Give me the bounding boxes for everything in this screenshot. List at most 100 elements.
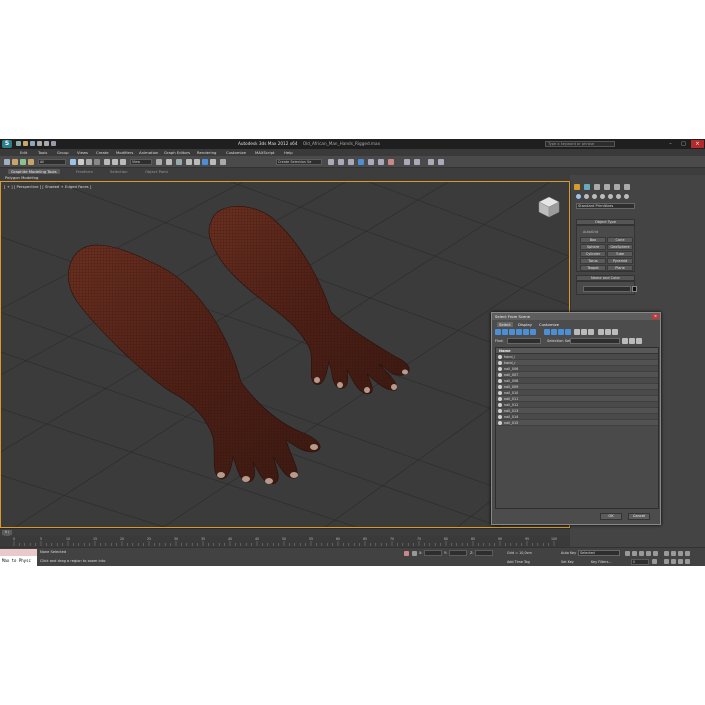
motion-tab-icon[interactable]	[604, 184, 610, 190]
tab-freeform[interactable]: Freeform	[76, 169, 93, 174]
display-groups-icon[interactable]	[544, 329, 550, 335]
orbit-icon[interactable]	[678, 559, 683, 564]
display-shapes-icon[interactable]	[502, 329, 508, 335]
render-production-icon[interactable]	[428, 159, 434, 165]
keyboard-shortcut-icon[interactable]	[176, 159, 182, 165]
go-to-start-icon[interactable]	[625, 551, 630, 556]
find-input[interactable]	[507, 338, 541, 344]
time-slider-thumb[interactable]: 0 / 100	[2, 530, 12, 539]
z-coordinate-input[interactable]	[475, 550, 493, 556]
delete-selection-set-icon[interactable]	[636, 338, 642, 344]
pan-view-icon[interactable]	[671, 559, 676, 564]
undo-toolbar-icon[interactable]	[4, 159, 10, 165]
pivot-center-icon[interactable]	[156, 159, 162, 165]
list-item[interactable]: nail_015	[496, 420, 658, 426]
curve-editor-icon[interactable]	[368, 159, 374, 165]
region-select-icon[interactable]	[86, 159, 92, 165]
move-icon[interactable]	[104, 159, 110, 165]
time-configuration-icon[interactable]	[652, 559, 657, 564]
maximize-viewport-icon[interactable]	[685, 559, 690, 564]
snaps-toggle-icon[interactable]	[186, 159, 192, 165]
tab-graphite-modeling-tools[interactable]: Graphite Modeling Tools	[8, 169, 60, 174]
mirror-icon[interactable]	[328, 159, 334, 165]
create-tab-icon[interactable]	[574, 184, 580, 190]
menu-graph-editors[interactable]: Graph Editors	[164, 150, 190, 155]
tab-selection[interactable]: Selection	[110, 169, 128, 174]
tube-button[interactable]: Tube	[607, 251, 633, 257]
viewport-label[interactable]: [ + ] [ Perspective ] [ Shaded + Edged F…	[4, 184, 91, 189]
undo-icon[interactable]	[37, 141, 42, 146]
perspective-viewport[interactable]: [ + ] [ Perspective ] [ Shaded + Edged F…	[0, 181, 570, 528]
hold-icon[interactable]	[51, 141, 56, 146]
display-geometry-icon[interactable]	[495, 329, 501, 335]
layer-manager-icon[interactable]	[348, 159, 354, 165]
current-frame-input[interactable]: 0	[631, 559, 649, 565]
x-coordinate-input[interactable]	[424, 550, 442, 556]
rendered-frame-window-icon[interactable]	[414, 159, 420, 165]
select-none-icon[interactable]	[581, 329, 587, 335]
display-spacewarps-icon[interactable]	[530, 329, 536, 335]
render-setup-icon[interactable]	[404, 159, 410, 165]
ok-button[interactable]: OK	[600, 513, 622, 520]
cylinder-button[interactable]: Cylinder	[580, 251, 606, 257]
named-selection-sets-dropdown[interactable]: Create Selection Se	[276, 159, 322, 165]
select-invert-icon[interactable]	[588, 329, 594, 335]
geosphere-button[interactable]: GeoSphere	[607, 244, 633, 250]
torus-button[interactable]: Torus	[580, 258, 606, 264]
create-selection-set-icon[interactable]	[622, 338, 628, 344]
menu-edit[interactable]: Edit	[20, 150, 27, 155]
viewcube-icon[interactable]	[536, 194, 562, 220]
minimize-button[interactable]: –	[664, 140, 677, 148]
zoom-all-icon[interactable]	[671, 551, 676, 556]
reference-coord-dropdown[interactable]: View	[130, 159, 152, 165]
maxscript-listener[interactable]: Max to Physc	[0, 549, 37, 566]
search-input[interactable]: Type a keyword or phrase	[545, 141, 615, 147]
zoom-icon[interactable]	[664, 551, 669, 556]
key-mode-dropdown[interactable]: Selected	[578, 550, 620, 556]
selection-filter-dropdown[interactable]: All	[38, 159, 66, 165]
sphere-button[interactable]: Sphere	[580, 244, 606, 250]
menu-views[interactable]: Views	[77, 150, 88, 155]
systems-icon[interactable]	[624, 194, 629, 199]
modify-tab-icon[interactable]	[584, 184, 590, 190]
display-children-icon[interactable]	[605, 329, 611, 335]
pyramid-button[interactable]: Pyramid	[607, 258, 633, 264]
window-crossing-icon[interactable]	[94, 159, 100, 165]
close-button[interactable]: ×	[691, 140, 704, 148]
teapot-button[interactable]: Teapot	[580, 265, 606, 271]
menu-rendering[interactable]: Rendering	[197, 150, 216, 155]
add-time-tag[interactable]: Add Time Tag	[507, 560, 530, 564]
box-button[interactable]: Box	[580, 237, 606, 243]
select-and-link-icon[interactable]	[12, 159, 18, 165]
dialog-close-button[interactable]: ×	[652, 314, 659, 319]
graphite-toggle-icon[interactable]	[358, 159, 364, 165]
display-xrefs-icon[interactable]	[551, 329, 557, 335]
autogrid-checkbox[interactable]: AutoGrid	[583, 230, 598, 234]
redo-icon[interactable]	[44, 141, 49, 146]
display-cameras-icon[interactable]	[516, 329, 522, 335]
lights-icon[interactable]	[592, 194, 597, 199]
menu-tools[interactable]: Tools	[38, 150, 47, 155]
utilities-tab-icon[interactable]	[624, 184, 630, 190]
key-filters-button[interactable]: Key Filters...	[591, 560, 612, 564]
play-icon[interactable]	[639, 551, 644, 556]
auto-key-button[interactable]: Auto Key	[561, 551, 576, 555]
maxscript-top-line[interactable]	[0, 549, 37, 556]
object-name-input[interactable]	[583, 286, 631, 292]
percent-snap-icon[interactable]	[202, 159, 208, 165]
space-warps-icon[interactable]	[616, 194, 621, 199]
scale-icon[interactable]	[120, 159, 126, 165]
menu-create[interactable]: Create	[96, 150, 109, 155]
bind-space-warp-icon[interactable]	[28, 159, 34, 165]
go-to-end-icon[interactable]	[653, 551, 658, 556]
selection-set-dropdown[interactable]	[570, 338, 620, 344]
cameras-icon[interactable]	[600, 194, 605, 199]
rotate-icon[interactable]	[112, 159, 118, 165]
cone-button[interactable]: Cone	[607, 237, 633, 243]
absolute-mode-icon[interactable]	[412, 551, 417, 556]
display-helpers-icon[interactable]	[523, 329, 529, 335]
menu-animation[interactable]: Animation	[139, 150, 158, 155]
material-editor-icon[interactable]	[388, 159, 394, 165]
menu-group[interactable]: Group	[57, 150, 69, 155]
display-tab-icon[interactable]	[614, 184, 620, 190]
